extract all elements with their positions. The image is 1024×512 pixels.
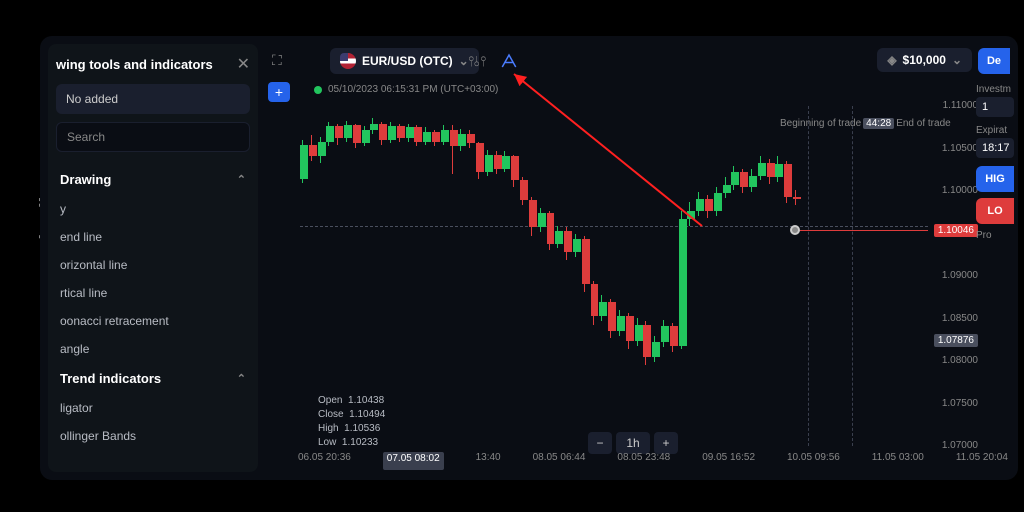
y-axis: 1.110001.105001.100001.095001.090001.085… <box>930 106 978 446</box>
x-axis-label: 06.05 20:36 <box>298 452 351 470</box>
ohlc-panel: Open 1.10438 Close 1.10494 High 1.10536 … <box>318 394 385 450</box>
panel-title: wing tools and indicators <box>56 57 213 72</box>
x-axis-label: 07.05 08:02 <box>383 452 444 470</box>
higher-button[interactable]: HIG <box>976 166 1014 192</box>
timeframe-control: − 1h + <box>588 432 678 454</box>
ref-price-tag: 1.07876 <box>934 334 978 347</box>
profit-label: Pro <box>976 230 1014 241</box>
indicators-button[interactable]: ⫯⫰⫯ <box>464 48 490 74</box>
live-dot-icon <box>314 86 322 94</box>
timeframe-current[interactable]: 1h <box>616 432 650 454</box>
lower-button[interactable]: LO <box>976 198 1014 224</box>
deposit-button[interactable]: De <box>978 48 1010 74</box>
y-axis-label: 1.08500 <box>942 313 978 324</box>
drawing-tool-item[interactable]: angle <box>56 335 250 363</box>
expiration-input[interactable]: 18:17 <box>976 138 1014 158</box>
balance-selector[interactable]: ◈ $10,000 ⌄ <box>877 48 972 72</box>
drawing-tool-item[interactable]: y <box>56 195 250 223</box>
x-axis-label: 08.05 23:48 <box>617 452 670 470</box>
current-price-tag: 1.10046 <box>934 224 978 237</box>
x-axis-label: 08.05 06:44 <box>533 452 586 470</box>
y-axis-label: 1.08000 <box>942 355 978 366</box>
x-axis: 06.05 20:36 07.05 08:02 13:40 08.05 06:44 08… <box>298 452 1008 470</box>
search-input[interactable]: Search <box>56 122 250 152</box>
y-axis-label: 1.09000 <box>942 270 978 281</box>
trade-panel: Investm 1 Expirat 18:17 HIG LO Pro <box>976 84 1014 243</box>
timeframe-minus[interactable]: − <box>588 432 612 454</box>
y-axis-label: 1.10500 <box>942 143 978 154</box>
pair-selector[interactable]: EUR/USD (OTC) ⌄ <box>330 48 479 74</box>
x-axis-label: 09.05 16:52 <box>702 452 755 470</box>
investment-input[interactable]: 1 <box>976 97 1014 117</box>
app-frame: wing tools and indicators ✕ No added Sea… <box>40 36 1018 480</box>
x-axis-label: 10.05 09:56 <box>787 452 840 470</box>
drawing-tool-item[interactable]: orizontal line <box>56 251 250 279</box>
chevron-up-icon: ⌃ <box>237 372 246 385</box>
chevron-up-icon: ⌃ <box>237 173 246 186</box>
trend-tool-item[interactable]: ollinger Bands <box>56 422 250 450</box>
flag-icon <box>340 53 356 69</box>
fullscreen-icon[interactable]: ⛶ <box>272 52 282 69</box>
no-added-row: No added <box>56 84 250 114</box>
expiration-label: Expirat <box>976 125 1014 136</box>
timeframe-plus[interactable]: + <box>654 432 678 454</box>
y-axis-label: 1.07500 <box>942 398 978 409</box>
y-axis-label: 1.11000 <box>943 100 978 111</box>
candlestick-chart[interactable] <box>300 106 912 446</box>
drawing-tools-button[interactable] <box>496 48 522 74</box>
drawing-tool-item[interactable]: end line <box>56 223 250 251</box>
drawing-tool-item[interactable]: rtical line <box>56 279 250 307</box>
drawing-tool-item[interactable]: oonacci retracement <box>56 307 250 335</box>
layers-icon: ◈ <box>887 53 896 67</box>
timestamp: 05/10/2023 06:15:31 PM (UTC+03:00) <box>314 84 498 95</box>
x-axis-label: 11.05 20:04 <box>956 452 1008 470</box>
x-axis-label: 13:40 <box>476 452 501 470</box>
chevron-down-icon: ⌄ <box>952 53 962 67</box>
investment-label: Investm <box>976 84 1014 95</box>
drawing-section-header[interactable]: Drawing⌃ <box>56 164 250 195</box>
trend-section-header[interactable]: Trend indicators⌃ <box>56 363 250 394</box>
y-axis-label: 1.10000 <box>942 185 978 196</box>
add-tab-button[interactable]: + <box>268 82 290 102</box>
drawing-tools-panel: wing tools and indicators ✕ No added Sea… <box>48 44 258 472</box>
trend-tool-item[interactable]: ligator <box>56 394 250 422</box>
x-axis-label: 11.05 03:00 <box>872 452 924 470</box>
y-axis-label: 1.07000 <box>942 440 978 451</box>
close-icon[interactable]: ✕ <box>237 54 250 74</box>
